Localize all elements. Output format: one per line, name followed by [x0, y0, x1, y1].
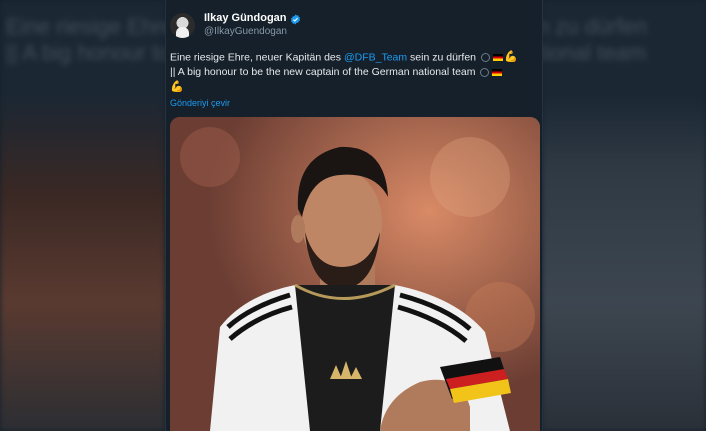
tweet-header: Ilkay Gündogan @IlkayGuendogan: [170, 10, 301, 40]
captain-c-icon-2: [480, 68, 490, 77]
avatar[interactable]: [170, 12, 195, 38]
germany-flag-icon: [492, 54, 503, 61]
tweet-card[interactable]: Ilkay Gündogan @IlkayGuendogan Eine ries…: [165, 0, 543, 431]
author-names: Ilkay Gündogan @IlkayGuendogan: [204, 12, 301, 37]
verified-badge-icon: [290, 13, 300, 25]
tweet-text: Eine riesige Ehre, neuer Kapitän des @DF…: [170, 50, 540, 96]
player-photo-illustration: [170, 117, 540, 431]
tweet-text-part1: Eine riesige Ehre, neuer Kapitän des: [170, 51, 344, 64]
handle[interactable]: @IlkayGuendogan: [204, 26, 301, 38]
translate-post-link[interactable]: Gönderiyi çevir: [170, 98, 230, 108]
tweet-text-line2: || A big honour to be the new captain of…: [170, 66, 476, 79]
tweet-photo[interactable]: [170, 117, 540, 431]
flexed-biceps-icon: 💪: [503, 51, 518, 63]
mention-link[interactable]: @DFB_Team: [344, 51, 407, 63]
captain-c-icon: [480, 53, 490, 62]
tweet-text-part2: sein zu dürfen: [407, 51, 477, 64]
flexed-biceps-icon-2: 💪: [170, 81, 184, 94]
germany-flag-icon-2: [492, 69, 503, 76]
display-name[interactable]: Ilkay Gündogan: [204, 12, 287, 25]
